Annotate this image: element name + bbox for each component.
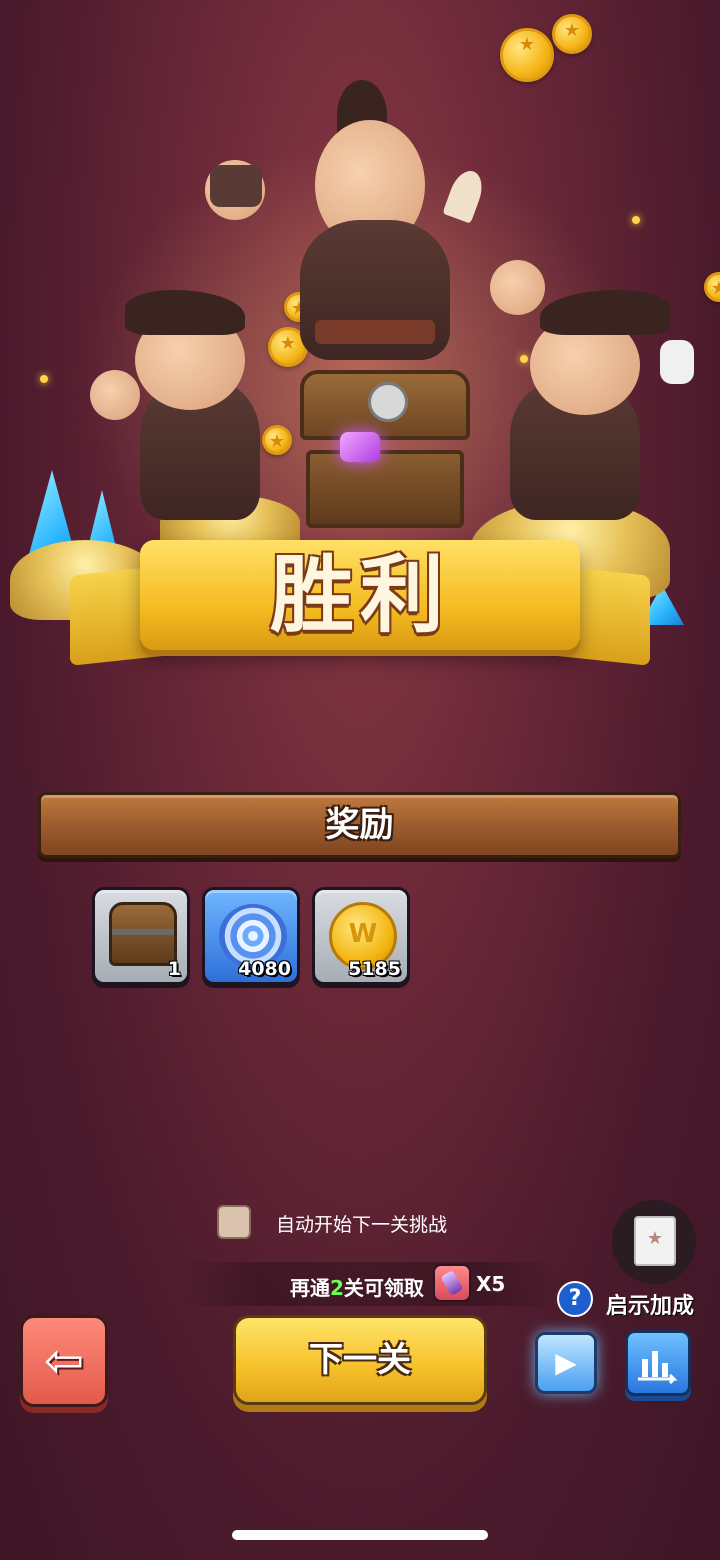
stats-button[interactable]: [625, 1330, 691, 1396]
victory-scene: 胜利: [0, 0, 720, 700]
rewards-header: 奖励: [325, 805, 394, 845]
progress-text: 再通2关可领取: [290, 1272, 424, 1301]
auto-next-label: 自动开始下一关挑战: [276, 1214, 448, 1236]
progress-suffix: 关可领取: [343, 1276, 424, 1300]
victory-banner: 胜利: [70, 530, 650, 675]
back-button[interactable]: ⇦: [20, 1315, 108, 1407]
reward-tile-coin[interactable]: 5185: [312, 887, 410, 985]
back-arrow-icon: ⇦: [43, 1333, 85, 1389]
reward-count: 4080: [238, 958, 291, 980]
boost-document-icon: [634, 1216, 676, 1266]
reward-count: 1: [167, 958, 181, 980]
progress-number: 2: [330, 1276, 344, 1300]
caveman-right: [470, 290, 700, 520]
bar-chart-icon: [628, 1333, 688, 1393]
reward-count: 5185: [348, 958, 401, 980]
treasure-chest: [300, 370, 470, 530]
sparkle-icon: [40, 375, 48, 383]
victory-title: 胜利: [269, 546, 450, 644]
replay-button[interactable]: ▶: [535, 1332, 597, 1394]
scroll-reward-icon: [433, 1264, 471, 1302]
reward-tile-gem[interactable]: 4080: [202, 887, 300, 985]
floating-coin-icon: [704, 272, 720, 302]
floating-coin-icon: [552, 14, 592, 54]
boost-label: 启示加成: [606, 1294, 695, 1319]
treasure-chest-icon: [109, 902, 177, 966]
floating-coin-icon: [500, 28, 554, 82]
play-icon: ▶: [555, 1346, 577, 1379]
purple-gem-icon: [340, 432, 380, 462]
help-button[interactable]: ?: [557, 1281, 593, 1317]
reward-tile-chest[interactable]: 1: [92, 887, 190, 985]
sparkle-icon: [632, 216, 640, 224]
progress-prefix: 再通: [290, 1276, 330, 1300]
next-level-label: 下一关: [309, 1340, 411, 1380]
auto-next-checkbox[interactable]: [217, 1205, 251, 1239]
next-level-button[interactable]: 下一关: [233, 1315, 487, 1405]
paw-emblem-icon: [368, 382, 408, 422]
reward-multiplier: X5: [476, 1272, 506, 1296]
home-indicator[interactable]: [232, 1530, 488, 1540]
